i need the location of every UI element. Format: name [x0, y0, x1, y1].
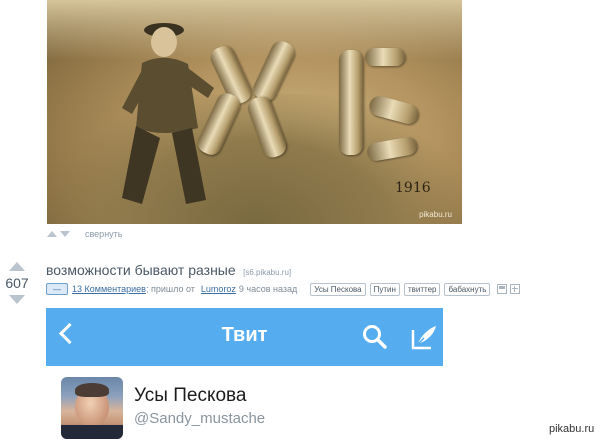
vote-up-icon[interactable]	[9, 262, 25, 271]
tag[interactable]: Усы Пескова	[310, 282, 366, 296]
comments-icon[interactable]: —	[46, 283, 68, 295]
collapse-link[interactable]: свернуть	[85, 229, 122, 239]
post-source[interactable]: [s6.pikabu.ru]	[243, 268, 291, 277]
save-icon[interactable]	[497, 284, 508, 294]
shell-b-2	[365, 48, 405, 66]
vote-down-small-icon[interactable]	[60, 231, 70, 237]
comments-badge-text: —	[53, 284, 61, 294]
avatar-suit	[61, 425, 123, 439]
photo-year-text: 1916	[395, 180, 431, 196]
tag[interactable]: твиттер	[403, 282, 441, 296]
photo-watermark: pikabu.ru	[419, 210, 452, 219]
comments-link[interactable]: 13 Комментариев	[72, 284, 146, 294]
avatar[interactable]	[61, 377, 123, 439]
search-icon[interactable]	[362, 324, 388, 350]
post-title[interactable]: возможности бывают разные	[46, 262, 236, 278]
post-title-row: возможности бывают разные [s6.pikabu.ru]	[46, 262, 291, 280]
post-controls: свернуть	[47, 228, 122, 240]
profile-handle[interactable]: @Sandy_mustache	[134, 410, 265, 427]
post-image[interactable]: 1916 pikabu.ru	[47, 0, 462, 224]
soldier-figure	[122, 23, 214, 204]
profile-name[interactable]: Усы Пескова	[134, 385, 247, 407]
tweet-header-bar: Твит	[46, 308, 443, 366]
rating-value: 607	[5, 275, 29, 291]
expand-icon[interactable]	[510, 284, 521, 294]
meta-prefix: ; пришло от	[145, 284, 195, 294]
rating-column: 607	[2, 262, 32, 304]
post-time: 9 часов назад	[238, 284, 298, 294]
vote-up-small-icon[interactable]	[47, 231, 57, 237]
post-meta: — 13 Комментариев ; пришло от Lumoroz 9 …	[46, 282, 521, 296]
compose-quill-icon[interactable]	[410, 323, 438, 351]
tag[interactable]: Путин	[369, 282, 400, 296]
vote-down-icon[interactable]	[9, 295, 25, 304]
site-watermark: pikabu.ru	[547, 423, 597, 435]
tag[interactable]: бабахнуть	[444, 282, 491, 296]
author-link[interactable]: Lumoroz	[201, 284, 236, 294]
avatar-hair	[75, 383, 109, 397]
shell-b-1	[339, 50, 363, 155]
